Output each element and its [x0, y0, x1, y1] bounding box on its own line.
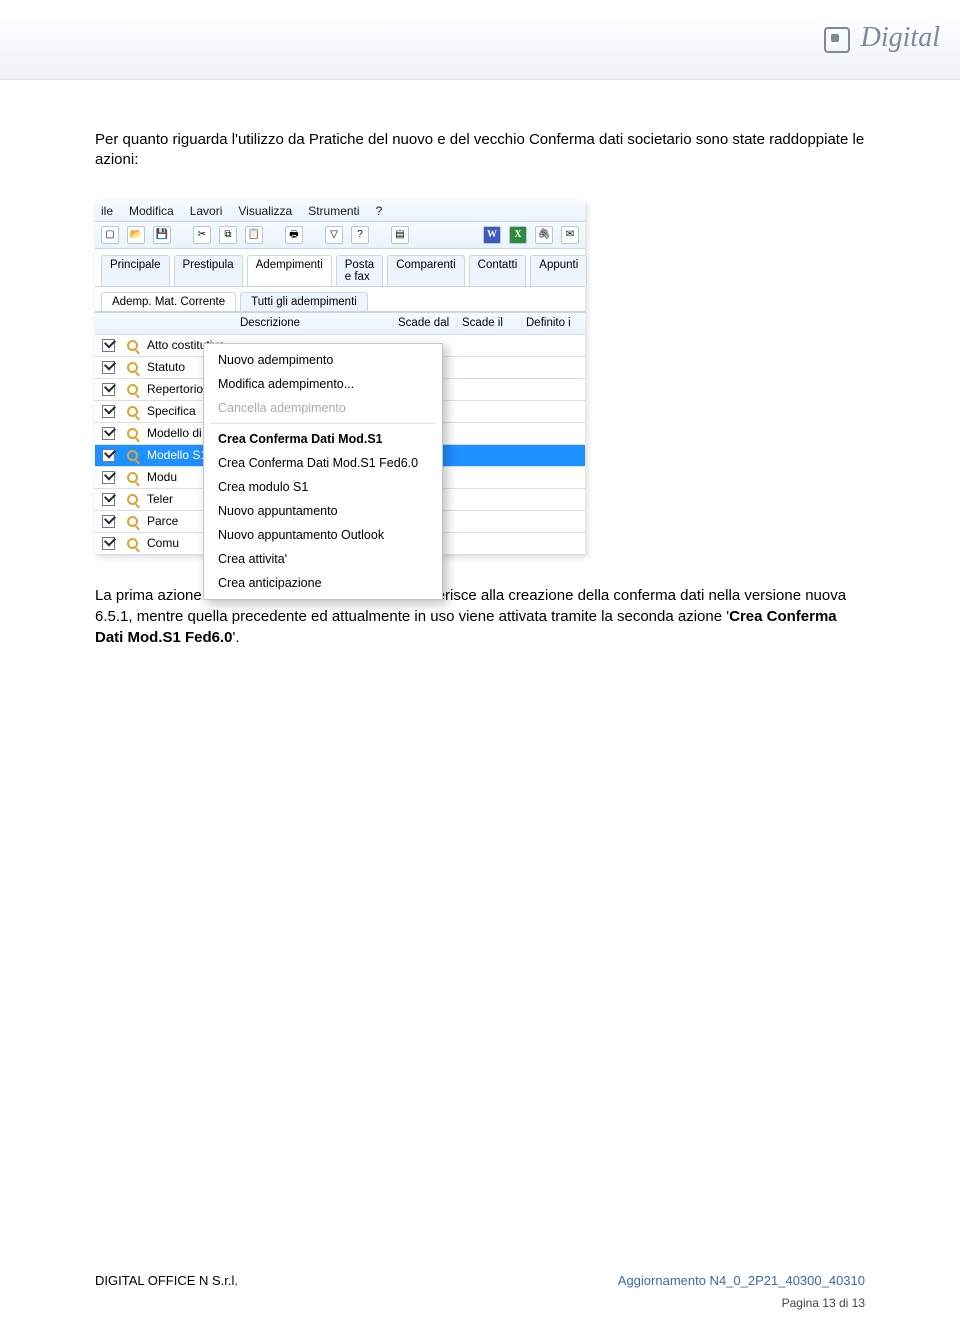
checkbox-icon[interactable] — [102, 427, 115, 440]
checkbox-icon[interactable] — [102, 339, 115, 352]
paste-icon[interactable]: 📋 — [245, 226, 263, 244]
page-number: Pagina 13 di 13 — [782, 1296, 865, 1310]
checkbox-icon[interactable] — [102, 515, 115, 528]
context-menu-item[interactable]: Crea anticipazione — [204, 571, 442, 595]
main-tabs: Principale Prestipula Adempimenti Posta … — [95, 249, 585, 287]
cut-icon[interactable]: ✂ — [193, 226, 211, 244]
checkbox-icon[interactable] — [102, 493, 115, 506]
logo-icon — [824, 27, 850, 53]
word-icon[interactable]: W — [483, 226, 501, 244]
help-icon[interactable]: ? — [351, 226, 369, 244]
checkbox-icon[interactable] — [102, 471, 115, 484]
checkbox-icon[interactable] — [102, 449, 115, 462]
tab-prestipula[interactable]: Prestipula — [174, 255, 243, 286]
header-band: Digital — [0, 10, 960, 80]
menu-lavori[interactable]: Lavori — [190, 204, 223, 218]
col-scade-il[interactable]: Scade il — [457, 317, 521, 329]
filter-icon[interactable]: ▽ — [325, 226, 343, 244]
menubar[interactable]: ile Modifica Lavori Visualizza Strumenti… — [95, 201, 585, 222]
context-menu-item: Cancella adempimento — [204, 396, 442, 420]
excel-icon[interactable]: X — [509, 226, 527, 244]
after-t1: La prima azione ' — [95, 587, 209, 604]
magnifier-icon[interactable] — [127, 406, 138, 417]
context-menu-item[interactable]: Crea modulo S1 — [204, 475, 442, 499]
context-menu-item[interactable]: Modifica adempimento... — [204, 372, 442, 396]
tab-contatti[interactable]: Contatti — [469, 255, 527, 286]
menu-help[interactable]: ? — [376, 204, 383, 218]
page-content: Per quanto riguarda l'utilizzo da Pratic… — [95, 130, 865, 648]
sub-tabs: Ademp. Mat. Corrente Tutti gli adempimen… — [95, 287, 585, 312]
menu-visualizza[interactable]: Visualizza — [238, 204, 292, 218]
context-menu-item[interactable]: Nuovo adempimento — [204, 348, 442, 372]
toolbar: ▢ 📂 💾 ✂ ⧉ 📋 🖶 ▽ ? ▤ W X 🖇 ✉ — [95, 222, 585, 249]
context-menu-item[interactable]: Nuovo appuntamento Outlook — [204, 523, 442, 547]
context-menu-item[interactable]: Crea Conferma Dati Mod.S1 Fed6.0 — [204, 451, 442, 475]
checkbox-icon[interactable] — [102, 405, 115, 418]
magnifier-icon[interactable] — [127, 472, 138, 483]
footer-right: Aggiornamento N4_0_2P21_40300_40310 — [618, 1273, 865, 1288]
grid-header: Descrizione Scade dal Scade il Definito … — [95, 313, 585, 335]
intro-paragraph: Per quanto riguarda l'utilizzo da Pratic… — [95, 130, 865, 171]
magnifier-icon[interactable] — [127, 384, 138, 395]
context-menu-item[interactable]: Crea Conferma Dati Mod.S1 — [204, 427, 442, 451]
logo: Digital — [824, 22, 940, 54]
after-t3: '. — [233, 629, 240, 646]
menu-modifica[interactable]: Modifica — [129, 204, 174, 218]
context-menu-item[interactable]: Crea attivita' — [204, 547, 442, 571]
cal-icon[interactable]: ▤ — [391, 226, 409, 244]
col-definito[interactable]: Definito i — [521, 317, 585, 329]
menu-strumenti[interactable]: Strumenti — [308, 204, 359, 218]
footer-left: DIGITAL OFFICE N S.r.l. — [95, 1273, 238, 1288]
print-icon[interactable]: 🖶 — [285, 226, 303, 244]
menu-file[interactable]: ile — [101, 204, 113, 218]
tab-comparenti[interactable]: Comparenti — [387, 255, 464, 286]
magnifier-icon[interactable] — [127, 494, 138, 505]
subtab-corrente[interactable]: Ademp. Mat. Corrente — [101, 292, 236, 311]
footer: DIGITAL OFFICE N S.r.l. Aggiornamento N4… — [95, 1273, 865, 1288]
magnifier-icon[interactable] — [127, 516, 138, 527]
menu-separator — [210, 423, 436, 424]
subtab-tutti[interactable]: Tutti gli adempimenti — [240, 292, 368, 311]
magnifier-icon[interactable] — [127, 362, 138, 373]
tab-posta[interactable]: Posta e fax — [336, 255, 383, 286]
mail-icon[interactable]: ✉ — [561, 226, 579, 244]
copy-icon[interactable]: ⧉ — [219, 226, 237, 244]
context-menu[interactable]: Nuovo adempimentoModifica adempimento...… — [203, 343, 443, 600]
tab-principale[interactable]: Principale — [101, 255, 170, 286]
magnifier-icon[interactable] — [127, 428, 138, 439]
screenshot-wrap: ile Modifica Lavori Visualizza Strumenti… — [95, 191, 585, 555]
clip-icon[interactable]: 🖇 — [535, 226, 553, 244]
tab-adempimenti[interactable]: Adempimenti — [247, 255, 332, 286]
magnifier-icon[interactable] — [127, 538, 138, 549]
save-icon[interactable]: 💾 — [153, 226, 171, 244]
new-icon[interactable]: ▢ — [101, 226, 119, 244]
tab-appunti[interactable]: Appunti — [530, 255, 587, 286]
checkbox-icon[interactable] — [102, 537, 115, 550]
magnifier-icon[interactable] — [127, 450, 138, 461]
checkbox-icon[interactable] — [102, 361, 115, 374]
checkbox-icon[interactable] — [102, 383, 115, 396]
context-menu-item[interactable]: Nuovo appuntamento — [204, 499, 442, 523]
magnifier-icon[interactable] — [127, 340, 138, 351]
open-icon[interactable]: 📂 — [127, 226, 145, 244]
col-scade-dal[interactable]: Scade dal — [393, 317, 457, 329]
logo-text: Digital — [861, 22, 940, 53]
col-descrizione[interactable]: Descrizione — [143, 317, 393, 329]
